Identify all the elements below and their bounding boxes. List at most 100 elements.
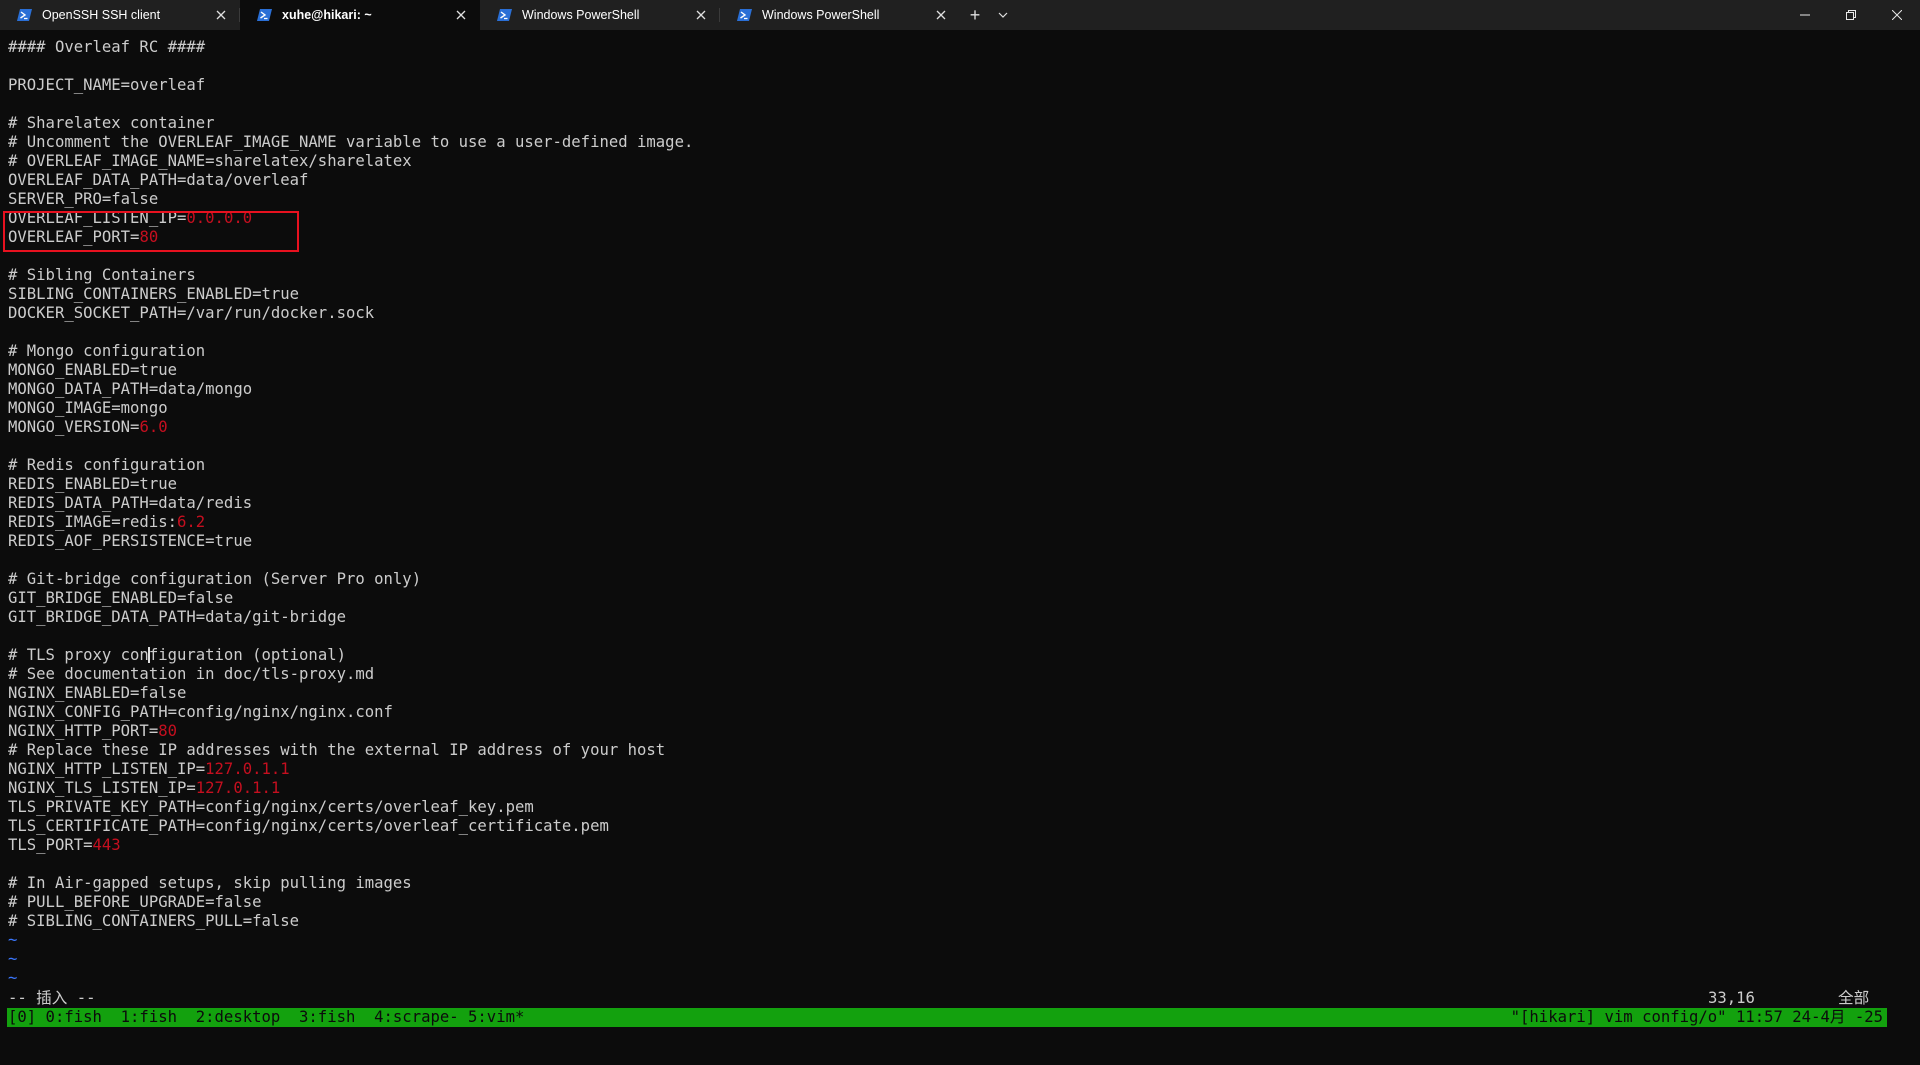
code-line: # In Air-gapped setups, skip pulling ima… [8,874,1920,893]
code-text: SIBLING_CONTAINERS_ENABLED=true [8,285,300,303]
code-text: # SIBLING_CONTAINERS_PULL=false [8,912,300,930]
tab-close-button[interactable] [212,6,230,24]
tab-strip: OpenSSH SSH client xuhe@hikari: ~ Windows … [0,0,960,30]
code-text: #### Overleaf RC #### [8,38,206,56]
code-line: TLS_PRIVATE_KEY_PATH=config/nginx/certs/… [8,798,1920,817]
code-value-number: 80 [158,722,177,740]
code-line: TLS_PORT=443 [8,836,1920,855]
window-controls [1782,0,1920,30]
code-line: TLS_CERTIFICATE_PATH=config/nginx/certs/… [8,817,1920,836]
code-text: # Sibling Containers [8,266,196,284]
minimize-icon [1800,14,1810,16]
vim-buffer[interactable]: #### Overleaf RC #### PROJECT_NAME=overle… [8,38,1920,931]
code-line: MONGO_DATA_PATH=data/mongo [8,380,1920,399]
tab-title: xuhe@hikari: ~ [282,8,372,22]
code-line: MONGO_IMAGE=mongo [8,399,1920,418]
code-line: SIBLING_CONTAINERS_ENABLED=true [8,285,1920,304]
code-line: NGINX_CONFIG_PATH=config/nginx/nginx.con… [8,703,1920,722]
code-text: TLS_PRIVATE_KEY_PATH=config/nginx/certs/… [8,798,534,816]
powershell-icon [16,9,32,22]
vim-empty-lines: ~ ~ ~ [8,931,1920,988]
vim-scroll-indicator: 全部 [1838,989,1870,1007]
code-text: REDIS_DATA_PATH=data/redis [8,494,253,512]
code-text: NGINX_HTTP_LISTEN_IP= [8,760,206,778]
code-text: OVERLEAF_PORT= [8,228,140,246]
code-line: NGINX_TLS_LISTEN_IP=127.0.1.1 [8,779,1920,798]
tmux-status-right: "[hikari] vim config/o" 11:57 24-4月 -25 [1510,1008,1883,1026]
text-cursor [147,647,150,663]
close-window-button[interactable] [1874,0,1920,30]
code-text: # In Air-gapped setups, skip pulling ima… [8,874,412,892]
code-text: MONGO_ENABLED=true [8,361,177,379]
powershell-icon [256,9,272,22]
code-value-number: 127.0.1.1 [205,760,290,778]
code-text: SERVER_PRO=false [8,190,159,208]
code-text: # Sharelatex container [8,114,215,132]
code-text: MONGO_IMAGE=mongo [8,399,168,417]
code-line: PROJECT_NAME=overleaf [8,76,1920,95]
restore-icon [1846,10,1856,20]
code-line: MONGO_VERSION=6.0 [8,418,1920,437]
vim-tilde-line: ~ [8,969,18,987]
tab-3[interactable]: Windows PowerShell [480,0,720,30]
tmux-window-list: [0] 0:fish 1:fish 2:desktop 3:fish 4:scr… [8,1008,525,1026]
vim-mode-indicator: -- 插入 -- [8,989,96,1007]
code-line: GIT_BRIDGE_ENABLED=false [8,589,1920,608]
code-text: GIT_BRIDGE_ENABLED=false [8,589,234,607]
code-line: DOCKER_SOCKET_PATH=/var/run/docker.sock [8,304,1920,323]
chevron-down-icon [998,12,1008,18]
code-text: NGINX_CONFIG_PATH=config/nginx/nginx.con… [8,703,393,721]
code-text: # Git-bridge configuration (Server Pro o… [8,570,422,588]
code-text: TLS_PORT= [8,836,93,854]
code-line: NGINX_HTTP_LISTEN_IP=127.0.1.1 [8,760,1920,779]
code-line: # Replace these IP addresses with the ex… [8,741,1920,760]
minimize-button[interactable] [1782,0,1828,30]
code-value-number: 6.2 [177,513,206,531]
code-line: REDIS_DATA_PATH=data/redis [8,494,1920,513]
tmux-status-bar: [0] 0:fish 1:fish 2:desktop 3:fish 4:scr… [7,1008,1887,1027]
tab-bar: OpenSSH SSH client xuhe@hikari: ~ Windows … [0,0,1920,30]
code-line: MONGO_ENABLED=true [8,361,1920,380]
code-line: OVERLEAF_PORT=80 [8,228,1920,247]
close-icon [456,10,466,20]
code-line: # Sibling Containers [8,266,1920,285]
code-line: # See documentation in doc/tls-proxy.md [8,665,1920,684]
code-line: REDIS_IMAGE=redis:6.2 [8,513,1920,532]
code-line: GIT_BRIDGE_DATA_PATH=data/git-bridge [8,608,1920,627]
code-text: # Redis configuration [8,456,206,474]
code-line: # TLS proxy configuration (optional) [8,646,1920,665]
terminal-viewport[interactable]: #### Overleaf RC #### PROJECT_NAME=overle… [0,30,1920,1040]
vim-status-line: -- 插入 -- 33,16 全部 [8,989,1888,1008]
code-text: MONGO_DATA_PATH=data/mongo [8,380,253,398]
code-line: SERVER_PRO=false [8,190,1920,209]
code-line: # OVERLEAF_IMAGE_NAME=sharelatex/sharela… [8,152,1920,171]
code-line: # Git-bridge configuration (Server Pro o… [8,570,1920,589]
powershell-icon [736,9,752,22]
tab-4[interactable]: Windows PowerShell [720,0,960,30]
code-text: # Replace these IP addresses with the ex… [8,741,666,759]
code-value-number: 0.0.0.0 [186,209,253,227]
code-text: OVERLEAF_LISTEN_IP= [8,209,187,227]
restore-button[interactable] [1828,0,1874,30]
code-text: # TLS proxy configuration (optional) [8,646,346,664]
code-text: NGINX_ENABLED=false [8,684,187,702]
code-value-number: 6.0 [139,418,168,436]
vim-tilde-line: ~ [8,931,18,949]
code-line: # PULL_BEFORE_UPGRADE=false [8,893,1920,912]
code-text: # See documentation in doc/tls-proxy.md [8,665,375,683]
tab-close-button[interactable] [692,6,710,24]
code-line: #### Overleaf RC #### [8,38,1920,57]
tab-2[interactable]: xuhe@hikari: ~ [240,0,480,30]
tab-close-button[interactable] [452,6,470,24]
tab-1[interactable]: OpenSSH SSH client [0,0,240,30]
code-value-number: 80 [139,228,159,246]
tab-close-button[interactable] [932,6,950,24]
tab-dropdown-button[interactable] [990,0,1016,30]
new-tab-button[interactable]: + [960,0,990,30]
code-line: NGINX_HTTP_PORT=80 [8,722,1920,741]
